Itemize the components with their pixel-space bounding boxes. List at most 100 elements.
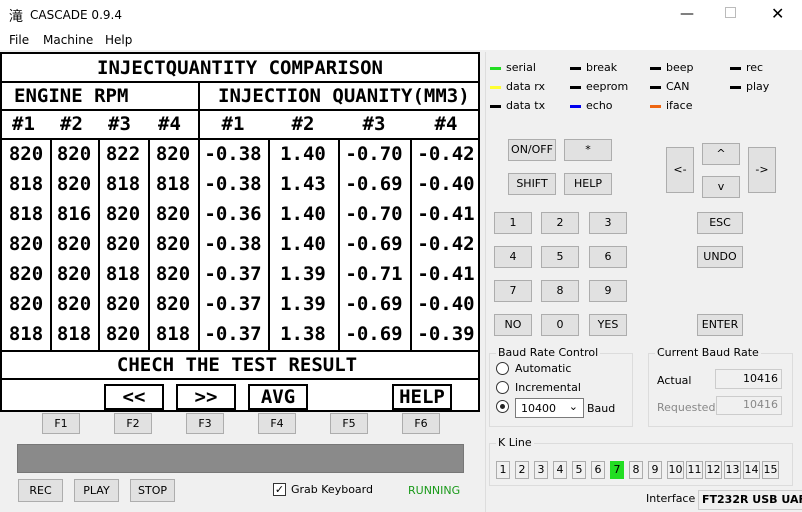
digit-4-button[interactable]: 4	[494, 246, 532, 268]
digit-6-button[interactable]: 6	[589, 246, 627, 268]
k-line-5[interactable]: 5	[572, 461, 586, 479]
led-data-tx: data tx	[490, 99, 545, 112]
digit-0-button[interactable]: 0	[541, 314, 579, 336]
k-line-9[interactable]: 9	[648, 461, 662, 479]
baud-select[interactable]: 10400 ⌄	[515, 398, 584, 418]
table-cell: -0.38	[204, 173, 262, 195]
k-line-14[interactable]: 14	[743, 461, 760, 479]
table-cell: -0.38	[204, 233, 262, 255]
digit-7-button[interactable]: 7	[494, 280, 532, 302]
table-cell: -0.39	[417, 323, 475, 345]
divider	[148, 140, 150, 350]
table-cell: 818	[8, 323, 44, 345]
column-header: #3	[362, 113, 386, 135]
lcd-button-next[interactable]: >>	[176, 384, 236, 410]
k-line-2[interactable]: 2	[515, 461, 529, 479]
fkey-f5[interactable]: F5	[330, 413, 368, 434]
help-button[interactable]: HELP	[564, 173, 612, 195]
menu-file[interactable]: File	[9, 33, 29, 47]
k-line-12[interactable]: 12	[705, 461, 722, 479]
table-cell: -0.36	[204, 203, 262, 225]
led-label: eeprom	[586, 80, 629, 93]
digit-8-button[interactable]: 8	[541, 280, 579, 302]
requested-value: 10416	[716, 396, 782, 415]
k-line-8[interactable]: 8	[629, 461, 643, 479]
digit-5-button[interactable]: 5	[541, 246, 579, 268]
progress-bar	[17, 444, 464, 473]
table-cell: 820	[56, 143, 92, 165]
rec-button[interactable]: REC	[18, 479, 63, 502]
enter-button[interactable]: ENTER	[697, 314, 743, 336]
interface-label: Interface	[646, 492, 696, 505]
automatic-radio[interactable]	[496, 362, 509, 375]
table-cell: 818	[8, 203, 44, 225]
grab-keyboard-checkbox[interactable]: ✓	[273, 483, 286, 496]
k-line-13[interactable]: 13	[724, 461, 741, 479]
fkey-f4[interactable]: F4	[258, 413, 296, 434]
k-line-6[interactable]: 6	[591, 461, 605, 479]
table-cell: 820	[8, 293, 44, 315]
app-icon: 滝	[9, 9, 23, 25]
table-cell: 820	[8, 263, 44, 285]
undo-button[interactable]: UNDO	[697, 246, 743, 268]
k-line-4[interactable]: 4	[553, 461, 567, 479]
column-header: #2	[291, 113, 315, 135]
led-play: play	[730, 80, 769, 93]
table-cell: -0.41	[417, 263, 475, 285]
lcd-button-prev[interactable]: <<	[104, 384, 164, 410]
fkey-f6[interactable]: F6	[402, 413, 440, 434]
k-line-10[interactable]: 10	[667, 461, 684, 479]
maximize-button[interactable]	[725, 7, 736, 18]
table-cell: 818	[8, 173, 44, 195]
down-button[interactable]: v	[702, 176, 740, 198]
digit-9-button[interactable]: 9	[589, 280, 627, 302]
k-line-15[interactable]: 15	[762, 461, 779, 479]
fkey-f2[interactable]: F2	[114, 413, 152, 434]
lcd-button-avg[interactable]: AVG	[248, 384, 308, 410]
digit-2-button[interactable]: 2	[541, 212, 579, 234]
led-label: iface	[666, 99, 693, 112]
up-button[interactable]: ^	[702, 143, 740, 165]
table-cell: 820	[105, 233, 141, 255]
esc-button[interactable]: ESC	[697, 212, 743, 234]
lcd-title: INJECTQUANTITY COMPARISON	[97, 57, 383, 79]
fkey-f3[interactable]: F3	[186, 413, 224, 434]
onoff-button[interactable]: ON/OFF	[508, 139, 556, 161]
led-break: break	[570, 61, 617, 74]
fixed-baud-radio[interactable]	[496, 400, 509, 413]
table-cell: 1.39	[280, 293, 326, 315]
close-button[interactable]: ✕	[771, 4, 784, 23]
actual-label: Actual	[657, 374, 692, 387]
lcd-button-help[interactable]: HELP	[392, 384, 452, 410]
digit-1-button[interactable]: 1	[494, 212, 532, 234]
play-button[interactable]: PLAY	[74, 479, 119, 502]
k-line-7[interactable]: 7	[610, 461, 624, 479]
table-cell: -0.42	[417, 143, 475, 165]
table-cell: 820	[56, 173, 92, 195]
shift-button[interactable]: SHIFT	[508, 173, 556, 195]
led-indicator-icon	[490, 85, 501, 89]
lcd-display: INJECTQUANTITY COMPARISON ENGINE RPM INJ…	[0, 52, 480, 412]
current-baud-rate-title: Current Baud Rate	[655, 346, 761, 359]
menu-machine[interactable]: Machine	[43, 33, 93, 47]
left-button[interactable]: <-	[666, 147, 694, 193]
led-indicator-icon	[650, 85, 661, 89]
star-button[interactable]: *	[564, 139, 612, 161]
divider	[268, 140, 270, 350]
table-cell: 818	[105, 263, 141, 285]
k-line-11[interactable]: 11	[686, 461, 703, 479]
digit-3-button[interactable]: 3	[589, 212, 627, 234]
minimize-button[interactable]: —	[680, 6, 694, 22]
led-data-rx: data rx	[490, 80, 545, 93]
yes-button[interactable]: YES	[589, 314, 627, 336]
right-button[interactable]: ->	[748, 147, 776, 193]
k-line-1[interactable]: 1	[496, 461, 510, 479]
column-header: #4	[434, 113, 458, 135]
no-button[interactable]: NO	[494, 314, 532, 336]
stop-button[interactable]: STOP	[130, 479, 175, 502]
menu-help[interactable]: Help	[105, 33, 132, 47]
fkey-f1[interactable]: F1	[42, 413, 80, 434]
table-cell: 820	[155, 143, 191, 165]
k-line-3[interactable]: 3	[534, 461, 548, 479]
incremental-radio[interactable]	[496, 381, 509, 394]
